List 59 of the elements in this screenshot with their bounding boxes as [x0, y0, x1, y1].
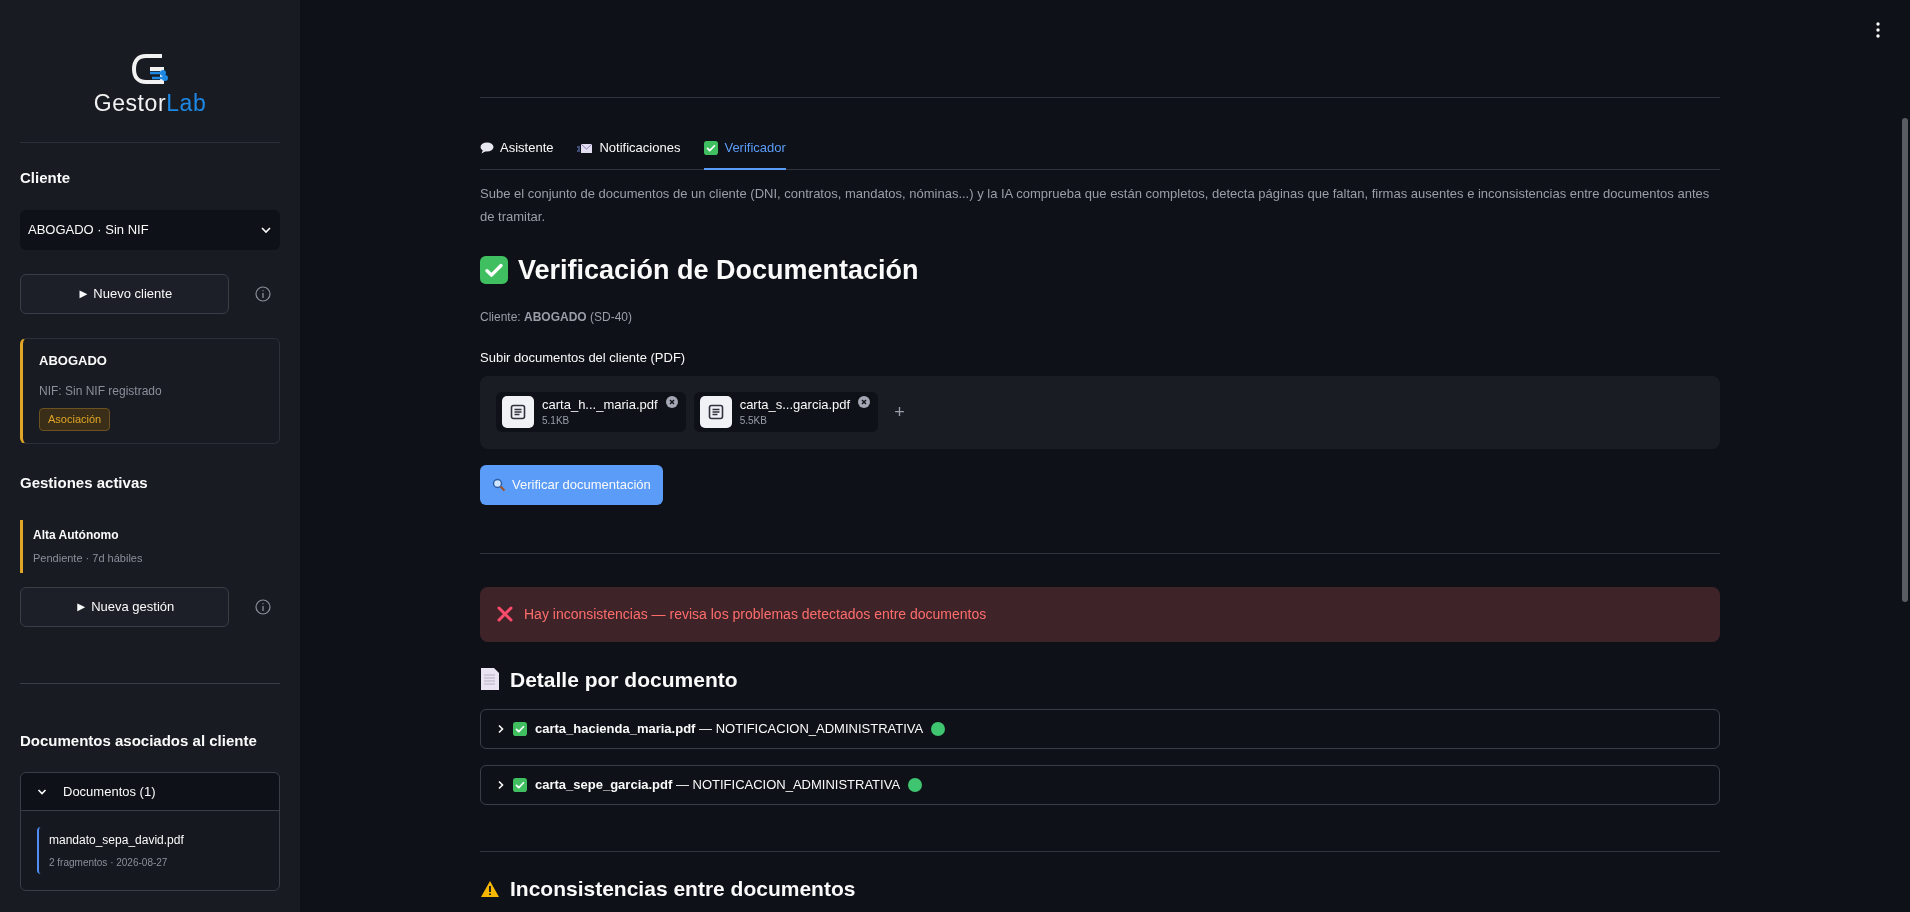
client-name: ABOGADO [39, 351, 108, 370]
section-heading: Cliente [20, 168, 71, 188]
file-size: 5.5KB [739, 413, 768, 428]
file-uploader[interactable]: carta_h..._maria.pdf 5.1KB carta_s...garcia.pdf 5.5KB + [480, 375, 1720, 449]
client-select[interactable]: ABOGADO · Sin NIF [20, 209, 280, 250]
checkmark-icon [513, 722, 527, 736]
gestion-item[interactable]: Alta Autónomo Pendiente · 7d hábiles [20, 520, 280, 573]
remove-icon[interactable] [665, 396, 678, 408]
more-vertical-icon[interactable] [1876, 22, 1880, 38]
document-title: carta_hacienda_maria.pdf — NOTIFICACION_ADMINISTRATIVA [535, 720, 924, 739]
document-item[interactable]: mandato_sepa_david.pdf 2 fragmentos · 2026-08-27 [37, 827, 263, 874]
file-size: 5.1KB [542, 413, 571, 428]
search-icon [492, 477, 506, 492]
checkmark-icon [513, 778, 527, 792]
gestion-meta: Pendiente · 7d hábiles [33, 551, 144, 566]
remove-icon[interactable] [858, 396, 871, 408]
new-gestion-button[interactable]: ► Nueva gestión [20, 586, 229, 627]
description-text: Sube el conjunto de documentos de un cliente (DNI, contratos, mandatos, nóminas...) y la IA comprueba que están completos, detecta páginas que faltan, firmas ausentes e inconsistencias entre documentos antes de tramitar. [480, 184, 1711, 226]
document-expander[interactable]: carta_hacienda_maria.pdf — NOTIFICACION_ADMINISTRATIVA [480, 709, 1720, 749]
document-title: carta_sepe_garcia.pdf — NOTIFICACION_ADMINISTRATIVA [535, 776, 901, 795]
document-icon [502, 396, 534, 428]
cross-icon [496, 605, 514, 623]
checkmark-icon [704, 140, 719, 155]
section-heading: Gestiones activas [20, 472, 149, 493]
tab[interactable]: Asistente [480, 138, 554, 170]
section-heading: Detalle por documento [510, 666, 738, 693]
new-client-button[interactable]: ► Nuevo cliente [20, 273, 229, 314]
document-expander[interactable]: carta_sepe_garcia.pdf — NOTIFICACION_ADMINISTRATIVA [480, 765, 1720, 805]
client-tag: Asociación [39, 408, 111, 431]
logo-wordmark: GestorLab [93, 90, 207, 116]
chevron-icon [497, 780, 505, 790]
file-name: carta_s...garcia.pdf [739, 396, 851, 413]
section-heading: Inconsistencias entre documentos [510, 876, 856, 902]
gestion-name: Alta Autónomo [33, 527, 120, 544]
section-heading: Documentos asociados al cliente [20, 730, 258, 751]
speech-bubble-icon [480, 141, 494, 154]
tab[interactable]: Notificaciones [577, 138, 681, 170]
chevron-icon [37, 787, 47, 796]
client-nif: NIF: Sin NIF registrado [39, 383, 163, 400]
warning-icon [480, 880, 500, 898]
document-name: mandato_sepa_david.pdf [49, 832, 185, 849]
alert-text: Hay inconsistencias — revisa los problemas detectados entre documentos [524, 604, 987, 624]
chevron-down-icon [260, 225, 272, 234]
envelope-icon [577, 141, 594, 154]
expander-header[interactable]: Documentos (1) [21, 773, 279, 811]
upload-label: Subir documentos del cliente (PDF) [480, 349, 687, 367]
file-name: carta_h..._maria.pdf [542, 396, 658, 413]
document-icon [699, 396, 732, 428]
page-heading: Verificación de Documentación [518, 253, 919, 287]
scrollbar-thumb[interactable] [1902, 118, 1908, 602]
add-file-button[interactable]: + [886, 398, 913, 426]
info-icon[interactable] [255, 598, 271, 615]
tab[interactable]: Verificador [704, 138, 786, 170]
document-icon [480, 667, 500, 692]
client-line: Cliente: ABOGADO (SD-40) [480, 309, 634, 326]
info-icon[interactable] [255, 285, 271, 302]
checkmark-icon [480, 255, 508, 284]
chevron-icon [497, 724, 505, 734]
document-meta: 2 fragmentos · 2026-08-27 [49, 856, 169, 870]
